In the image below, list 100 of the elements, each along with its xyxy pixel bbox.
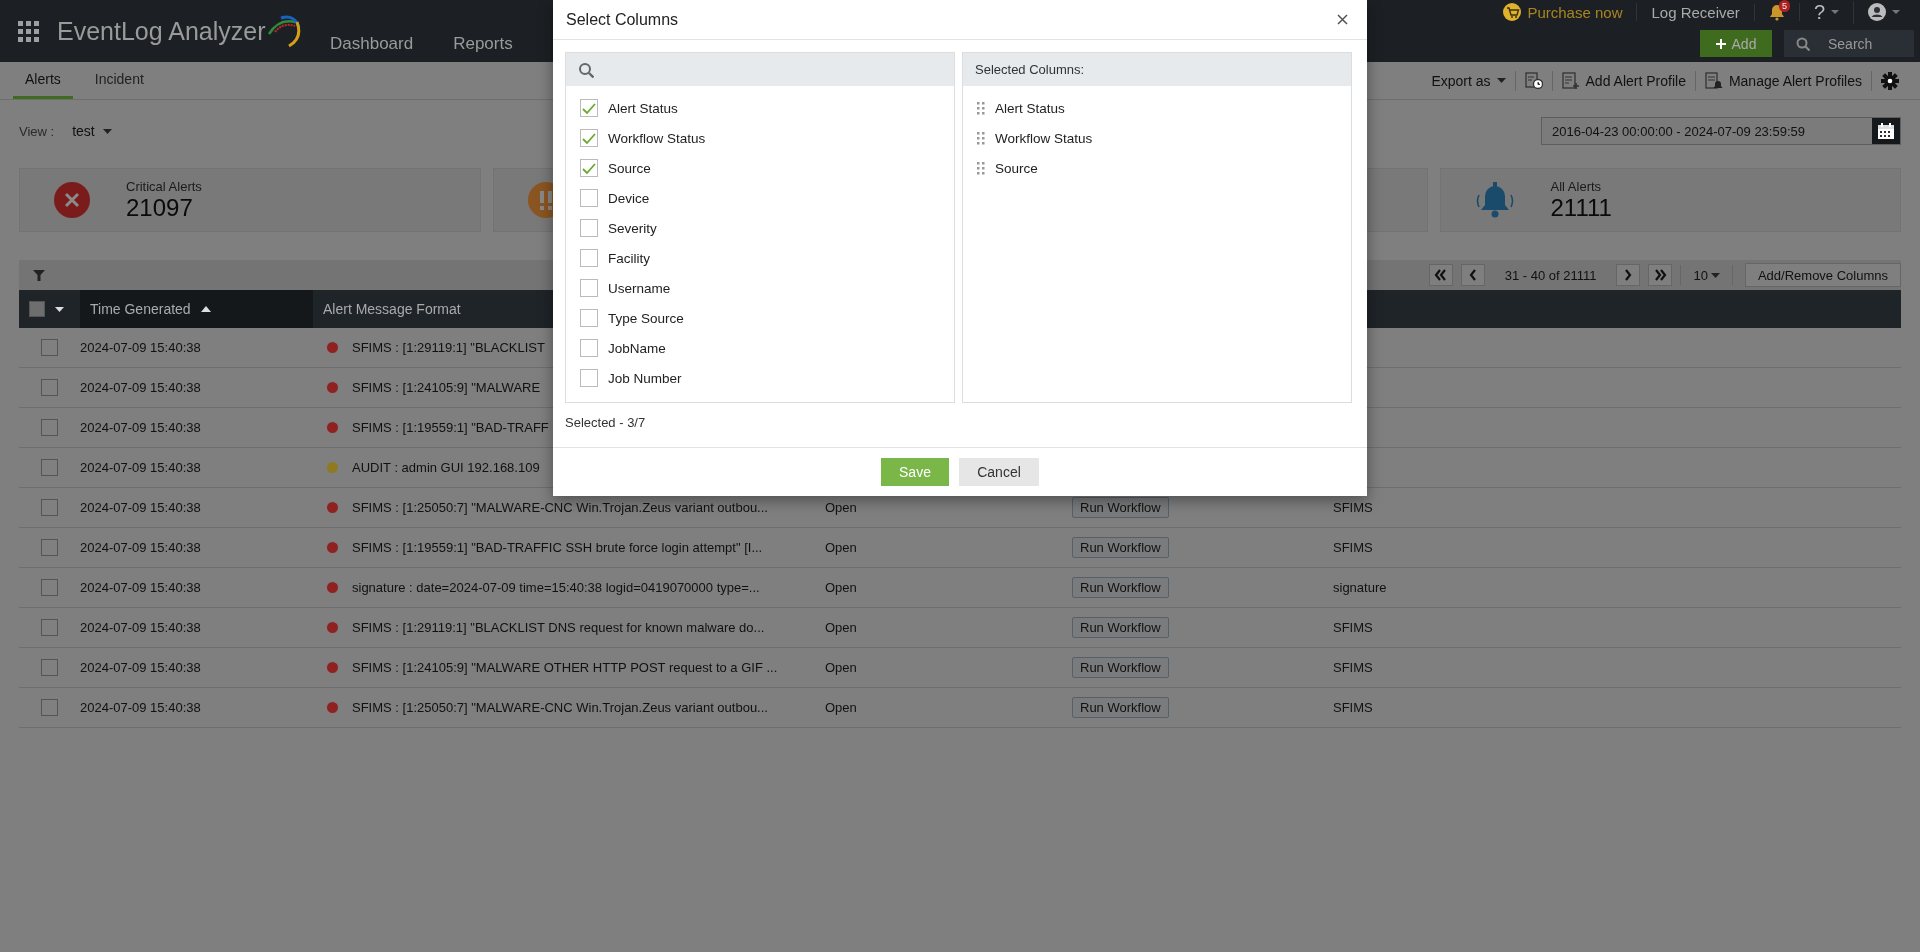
column-option[interactable]: Workflow Status xyxy=(580,123,954,153)
table-cell: SFIMS : [1:19559:1] "BAD-TRAFF xyxy=(352,420,549,435)
help-icon: ? xyxy=(1813,0,1825,24)
cancel-button[interactable]: Cancel xyxy=(959,458,1039,486)
double-chevron-left-icon xyxy=(1434,269,1448,281)
run-workflow-button[interactable]: Run Workflow xyxy=(1072,577,1169,598)
close-icon xyxy=(1337,14,1348,25)
run-workflow-button[interactable]: Run Workflow xyxy=(1072,537,1169,558)
row-checkbox[interactable] xyxy=(41,579,58,596)
row-checkbox[interactable] xyxy=(41,499,58,516)
drag-handle-icon[interactable] xyxy=(977,101,985,115)
panel-heading: Selected Columns: xyxy=(975,62,1085,77)
checkbox[interactable] xyxy=(580,249,598,267)
column-option[interactable]: Device xyxy=(580,183,954,213)
manage-alert-profiles-button[interactable]: Manage Alert Profiles xyxy=(1695,70,1872,91)
table-cell: 2024-07-09 15:40:38 xyxy=(80,460,201,475)
row-checkbox[interactable] xyxy=(41,419,58,436)
drag-handle-icon[interactable] xyxy=(977,161,985,175)
row-checkbox[interactable] xyxy=(41,339,58,356)
log-receiver-link[interactable]: Log Receiver xyxy=(1637,3,1755,21)
column-option[interactable]: Alert Status xyxy=(580,93,954,123)
row-checkbox[interactable] xyxy=(41,619,58,636)
checkbox[interactable] xyxy=(580,339,598,357)
table-cell: Open xyxy=(825,620,857,635)
drag-handle-icon[interactable] xyxy=(977,131,985,145)
checkbox[interactable] xyxy=(580,129,598,147)
page-size-dropdown[interactable]: 10 xyxy=(1680,265,1733,285)
tab[interactable]: Incident xyxy=(82,62,156,99)
column-header[interactable]: Time Generated xyxy=(90,301,191,317)
search-field[interactable]: Search xyxy=(1784,30,1914,57)
help-menu[interactable]: ? xyxy=(1799,0,1854,24)
nav-link[interactable]: Dashboard xyxy=(330,34,414,54)
checkbox[interactable] xyxy=(580,189,598,207)
table-cell: SFIMS xyxy=(1333,660,1373,675)
filter-icon[interactable] xyxy=(33,269,45,281)
column-option[interactable]: Facility xyxy=(580,243,954,273)
stat-label: Critical Alerts xyxy=(126,178,202,194)
purchase-link[interactable]: Purchase now xyxy=(1489,3,1638,21)
column-header[interactable]: Alert Message Format xyxy=(323,301,461,317)
stat-label: All Alerts xyxy=(1550,178,1603,194)
checkbox[interactable] xyxy=(580,219,598,237)
table-cell: SFIMS xyxy=(1333,540,1373,555)
row-checkbox[interactable] xyxy=(41,659,58,676)
settings-icon[interactable] xyxy=(1881,71,1899,90)
row-checkbox[interactable] xyxy=(41,699,58,716)
checkbox[interactable] xyxy=(580,279,598,297)
table-cell: 2024-07-09 15:40:38 xyxy=(80,340,201,355)
app-name: EventLog Analyzer xyxy=(57,16,266,46)
document-bell-icon xyxy=(1704,71,1723,90)
bell-icon xyxy=(1474,181,1515,219)
column-option[interactable]: Username xyxy=(580,273,954,303)
search-input[interactable]: Search xyxy=(1826,34,1906,53)
checkbox[interactable] xyxy=(580,159,598,177)
selected-column[interactable]: Alert Status xyxy=(995,100,1065,116)
run-workflow-button[interactable]: Run Workflow xyxy=(1072,617,1169,638)
run-workflow-button[interactable]: Run Workflow xyxy=(1072,697,1169,718)
row-checkbox[interactable] xyxy=(41,459,58,476)
select-all-checkbox[interactable] xyxy=(29,301,45,317)
nav-link[interactable]: Reports xyxy=(453,34,513,54)
column-option[interactable]: JobName xyxy=(580,333,954,363)
caret-icon xyxy=(102,128,112,134)
checkbox[interactable] xyxy=(580,309,598,327)
add-remove-columns-button[interactable]: Add/Remove Columns xyxy=(1744,263,1901,287)
check-icon xyxy=(581,131,597,145)
export-menu[interactable]: Export as xyxy=(1422,70,1516,91)
app-grid-icon[interactable] xyxy=(18,20,39,42)
notification-button[interactable]: 5 xyxy=(1754,3,1800,21)
table-cell: 2024-07-09 15:40:38 xyxy=(80,420,201,435)
check-icon xyxy=(581,161,597,175)
view-dropdown[interactable]: test xyxy=(72,123,112,139)
last-page-button[interactable] xyxy=(1648,264,1673,286)
row-checkbox[interactable] xyxy=(41,539,58,556)
run-workflow-button[interactable]: Run Workflow xyxy=(1072,657,1169,678)
caret-icon xyxy=(1892,10,1900,14)
checkbox[interactable] xyxy=(580,369,598,387)
column-option[interactable]: Severity xyxy=(580,213,954,243)
column-option[interactable]: Type Source xyxy=(580,303,954,333)
selected-column[interactable]: Workflow Status xyxy=(995,130,1093,146)
critical-icon xyxy=(54,182,90,218)
stat-count: 21111 xyxy=(1550,193,1612,222)
checkbox[interactable] xyxy=(580,99,598,117)
table-cell: SFIMS : [1:24105:9] "MALWARE OTHER HTTP POST request to a GIF ... xyxy=(352,660,778,675)
check-icon xyxy=(581,101,597,115)
add-alert-profile-button[interactable]: Add Alert Profile xyxy=(1552,70,1696,91)
caret-icon[interactable] xyxy=(55,306,64,312)
previous-page-button[interactable] xyxy=(1460,264,1485,286)
column-option[interactable]: Source xyxy=(580,153,954,183)
table-cell: Open xyxy=(825,580,857,595)
search-icon xyxy=(578,61,594,78)
column-option[interactable]: Job Number xyxy=(580,363,954,393)
run-workflow-button[interactable]: Run Workflow xyxy=(1072,497,1169,518)
table-cell: 2024-07-09 15:40:38 xyxy=(80,580,201,595)
row-checkbox[interactable] xyxy=(41,379,58,396)
first-page-button[interactable] xyxy=(1428,264,1453,286)
next-page-button[interactable] xyxy=(1616,264,1641,286)
view-label: View : xyxy=(19,123,55,139)
column-search-field[interactable] xyxy=(566,53,954,86)
selected-column[interactable]: Source xyxy=(995,160,1038,176)
tab[interactable]: Alerts xyxy=(13,62,73,99)
plus-icon xyxy=(1715,38,1726,49)
